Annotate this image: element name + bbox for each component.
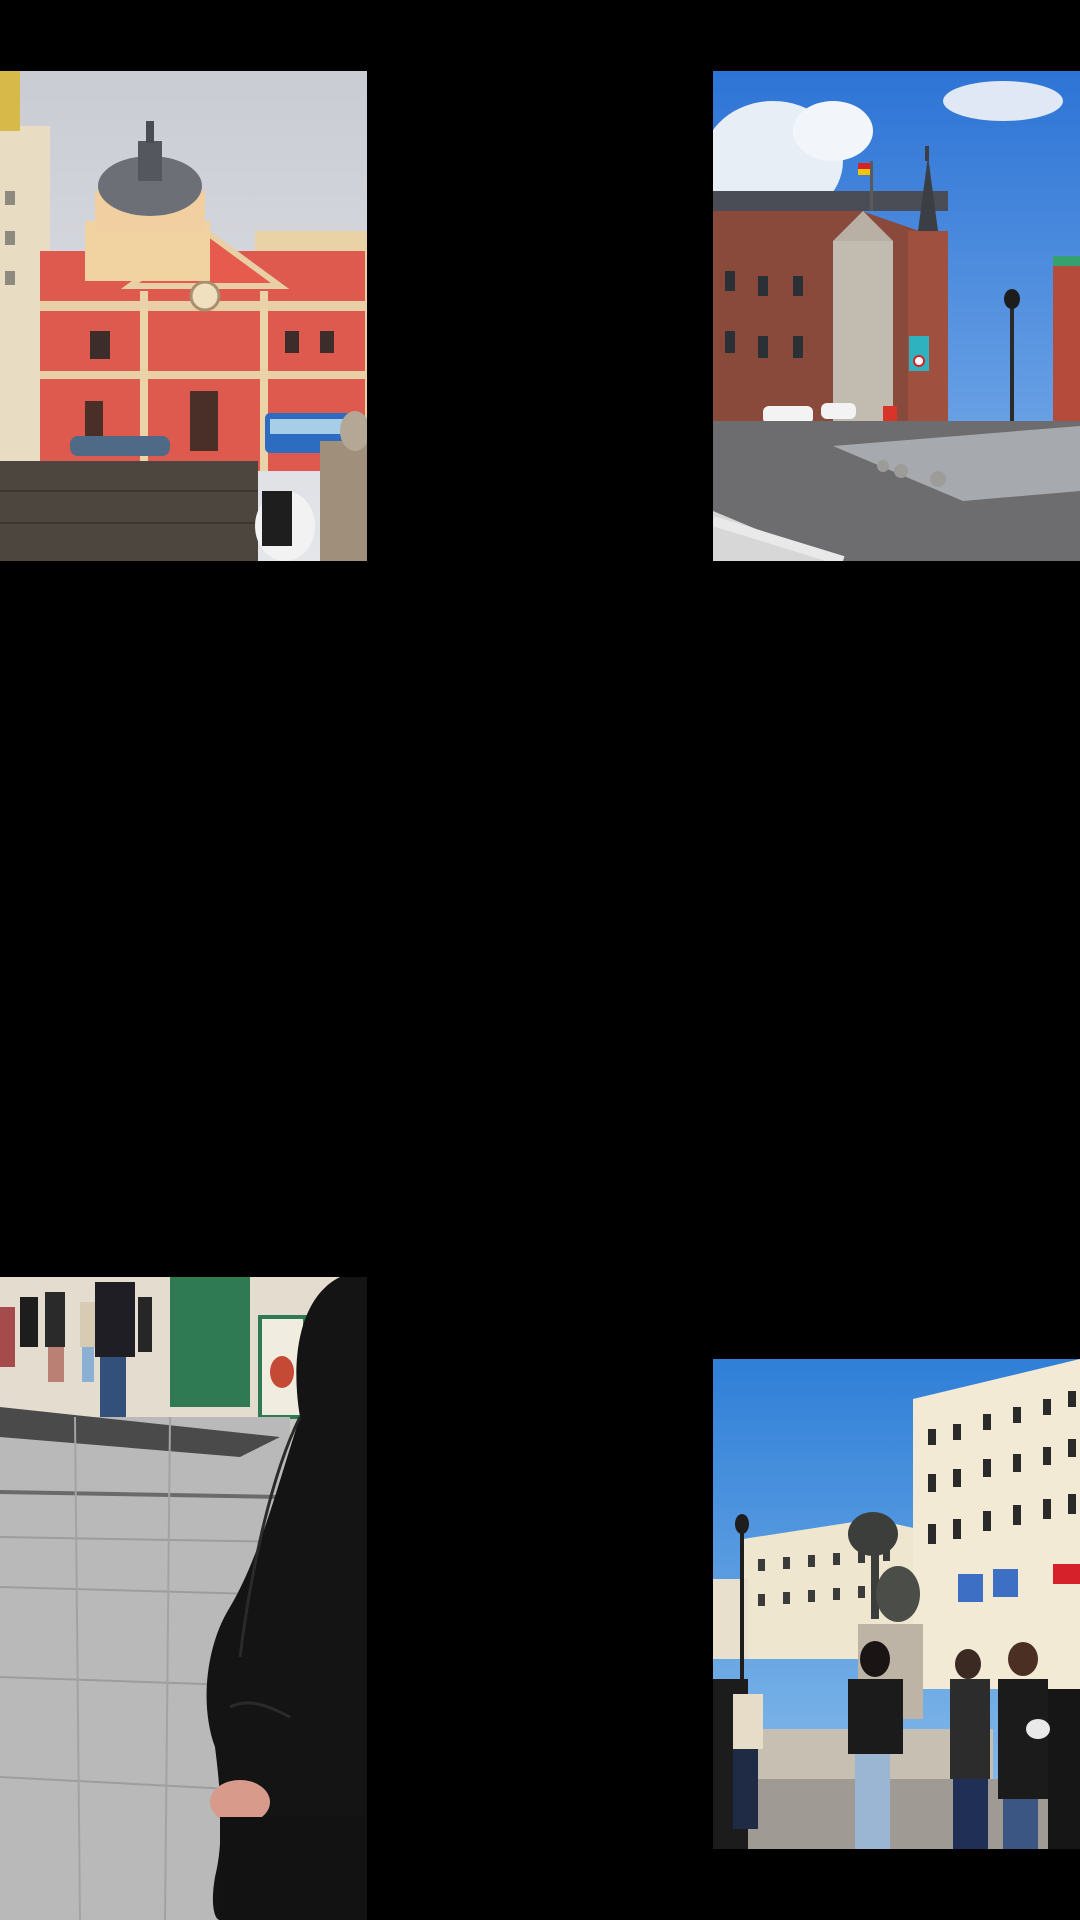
plaza-photo-image xyxy=(713,1359,1080,1849)
photo-church xyxy=(0,71,367,561)
palace-photo-image xyxy=(713,71,1080,561)
street-photo-image xyxy=(0,1277,367,1920)
photo-street xyxy=(0,1277,367,1920)
photo-plaza xyxy=(713,1359,1080,1849)
church-photo-image xyxy=(0,71,367,561)
photo-palace xyxy=(713,71,1080,561)
